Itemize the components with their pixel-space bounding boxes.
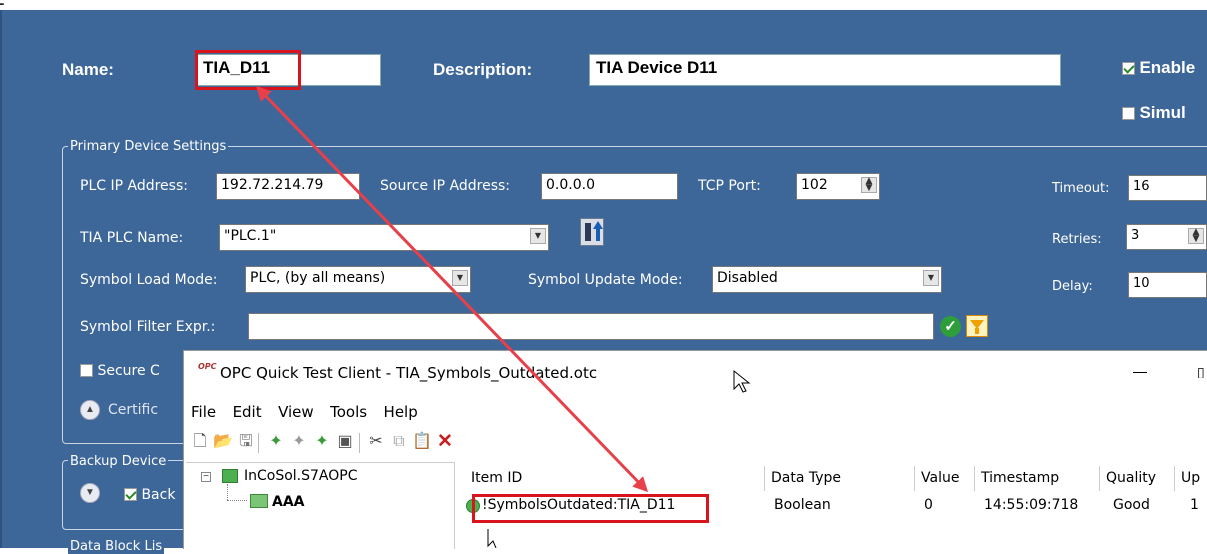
annotation-arrow <box>255 85 649 493</box>
